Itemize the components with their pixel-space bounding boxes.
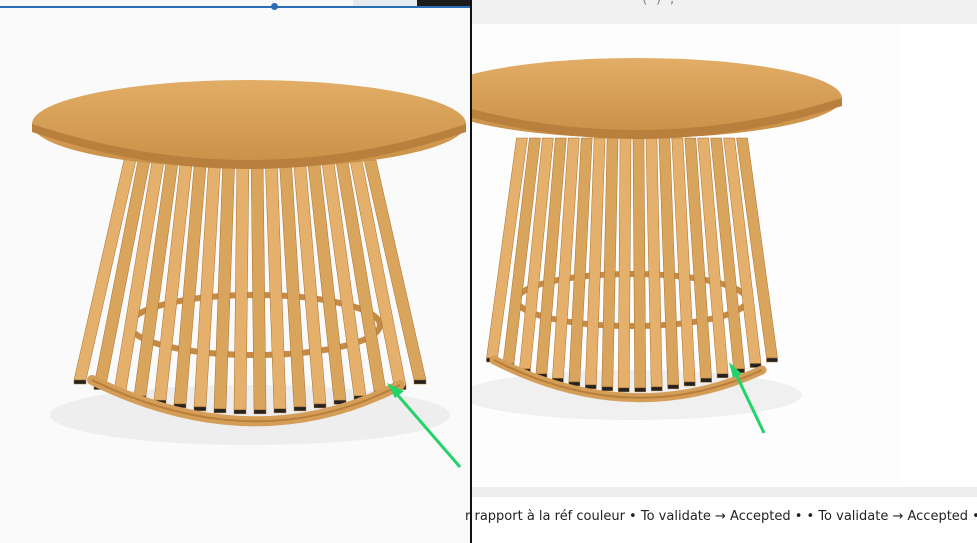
- footer-band: [472, 487, 977, 497]
- table-slat: [645, 137, 663, 388]
- timeline-handle[interactable]: [271, 3, 278, 10]
- toolbar-segment-light: [353, 0, 417, 6]
- slat-foot: [601, 386, 614, 392]
- table-slat: [250, 159, 267, 411]
- table-slat: [632, 137, 646, 389]
- slat-foot: [700, 377, 712, 383]
- left-image-pane: [0, 0, 470, 543]
- slat-foot: [313, 403, 327, 409]
- toolbar-segment-dark: [417, 0, 470, 6]
- timeline-track[interactable]: [0, 6, 470, 8]
- right-image-pane: ( ) ;: [472, 0, 977, 543]
- slat-foot: [293, 406, 307, 412]
- status-caption: r rapport à la réf couleur • To validate…: [465, 509, 977, 524]
- slat-foot: [233, 409, 247, 415]
- slat-foot: [650, 386, 663, 392]
- table-photo-left: [32, 80, 466, 468]
- slat-foot: [73, 379, 87, 385]
- slat-foot: [253, 409, 267, 415]
- slat-foot: [683, 381, 696, 387]
- table-slat: [618, 137, 632, 389]
- slat-foot: [634, 387, 646, 393]
- table-photo-right: [472, 58, 842, 434]
- slat-foot: [273, 408, 287, 414]
- slat-foot: [766, 357, 778, 363]
- slat-foot: [716, 373, 729, 379]
- comparison-viewer: ( ) ; r rapport à la réf couleur: [0, 0, 977, 543]
- slat-foot: [667, 384, 679, 390]
- slat-foot: [193, 406, 207, 412]
- slat-foot: [213, 408, 227, 414]
- table-slat: [233, 159, 250, 411]
- slat-foot: [618, 387, 630, 393]
- slat-foot: [413, 379, 427, 385]
- table-slat: [601, 137, 619, 388]
